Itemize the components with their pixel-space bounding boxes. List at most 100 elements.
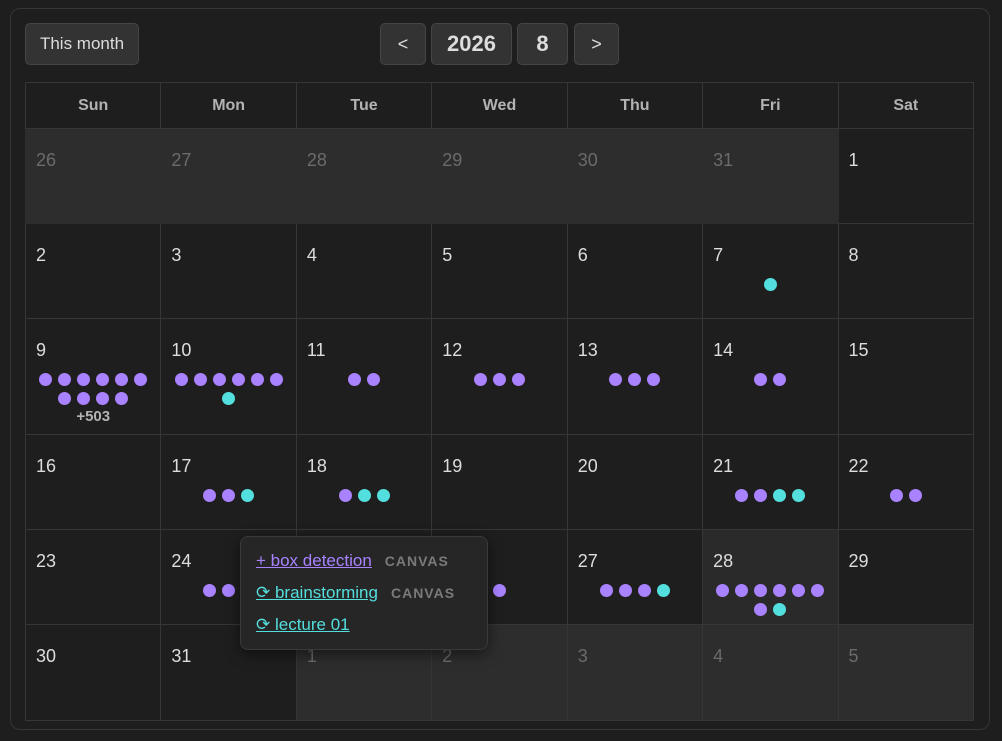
day-cell[interactable]: 15 xyxy=(837,318,975,435)
day-cell[interactable]: 29 xyxy=(431,128,568,224)
event-type-tag: CANVAS xyxy=(390,585,456,601)
day-cell[interactable]: 3 xyxy=(566,624,704,721)
event-link-lecture-01[interactable]: ⟳ lecture 01 xyxy=(256,615,350,635)
previous-month-button[interactable]: < xyxy=(380,23,426,65)
day-cell[interactable]: 14 xyxy=(702,318,839,435)
day-number: 16 xyxy=(36,456,57,476)
day-number: 10 xyxy=(171,340,192,360)
day-cell[interactable]: 26 xyxy=(24,128,162,224)
day-cell[interactable]: 9 +503 xyxy=(24,318,162,435)
event-dots xyxy=(167,489,289,502)
day-cell[interactable]: 20 xyxy=(566,434,704,530)
day-number: 13 xyxy=(577,340,598,360)
event-dots xyxy=(438,373,560,386)
day-cell[interactable]: 19 xyxy=(431,434,568,530)
day-cell[interactable]: 21 xyxy=(702,434,839,530)
more-events-count[interactable]: +503 xyxy=(26,408,160,425)
day-number: 27 xyxy=(577,551,598,571)
event-link-brainstorming[interactable]: ⟳ brainstorming xyxy=(256,583,378,603)
event-dot-purple xyxy=(212,373,226,386)
event-dot-purple xyxy=(222,584,236,597)
weekday-header: Wed xyxy=(431,82,568,129)
day-cell[interactable]: 23 xyxy=(24,529,162,625)
event-dot-teal xyxy=(376,489,390,502)
event-dot-purple xyxy=(96,373,110,386)
day-cell[interactable]: 30 xyxy=(24,624,162,721)
day-cell[interactable]: 22 xyxy=(837,434,975,530)
day-cell[interactable]: 13 xyxy=(566,318,704,435)
event-dots xyxy=(574,373,696,386)
day-number: 4 xyxy=(713,646,724,666)
year-selector[interactable]: 2026 xyxy=(431,23,512,65)
day-cell[interactable]: 10 xyxy=(160,318,297,435)
day-cell[interactable]: 28 xyxy=(295,128,433,224)
event-link-box-detection[interactable]: + box detection xyxy=(256,551,372,571)
event-dots xyxy=(303,373,425,386)
day-cell[interactable]: 4 xyxy=(295,223,433,319)
weekday-header: Sun xyxy=(24,82,162,129)
event-dot-purple xyxy=(174,373,188,386)
weekday-header-row: Sun Mon Tue Wed Thu Fri Sat xyxy=(24,82,975,129)
event-type-tag: CANVAS xyxy=(384,553,449,569)
day-cell[interactable]: 5 xyxy=(837,624,975,721)
day-cell[interactable]: 5 xyxy=(431,223,568,319)
day-number: 15 xyxy=(848,340,869,360)
day-number: 29 xyxy=(848,551,869,571)
week-row: 2 3 4 5 6 7 8 xyxy=(24,223,975,319)
event-dot-teal xyxy=(763,278,777,291)
day-cell[interactable]: 27 xyxy=(566,529,704,625)
event-dot-purple xyxy=(889,489,903,502)
day-number: 30 xyxy=(36,646,57,666)
day-number: 22 xyxy=(848,456,869,476)
day-cell[interactable]: 3 xyxy=(160,223,297,319)
event-dot-purple xyxy=(735,489,749,502)
day-number: 26 xyxy=(36,150,57,170)
event-dot-purple xyxy=(492,373,506,386)
event-dot-purple xyxy=(193,373,207,386)
popup-event-item: ⟳ brainstorming CANVAS xyxy=(256,583,455,603)
event-dot-purple xyxy=(716,584,730,597)
this-month-button[interactable]: This month xyxy=(25,23,139,65)
day-cell[interactable]: 11 xyxy=(295,318,433,435)
day-number: 9 xyxy=(36,340,47,360)
day-number: 30 xyxy=(577,150,598,170)
day-cell[interactable]: 30 xyxy=(566,128,704,224)
day-cell[interactable]: 1 xyxy=(837,128,975,224)
event-dot-purple xyxy=(473,373,487,386)
event-dot-purple xyxy=(115,373,129,386)
event-dot-purple xyxy=(77,373,91,386)
event-dot-purple xyxy=(134,373,148,386)
day-cell[interactable]: 4 xyxy=(702,624,839,721)
day-number: 29 xyxy=(442,150,463,170)
day-cell[interactable]: 18 xyxy=(295,434,433,530)
event-dots xyxy=(709,278,831,291)
day-cell[interactable]: 8 xyxy=(837,223,975,319)
day-number: 20 xyxy=(577,456,598,476)
day-cell[interactable]: 31 xyxy=(702,128,839,224)
event-dot-purple xyxy=(367,373,381,386)
week-row: 16 17 18 19 20 21 22 xyxy=(24,434,975,530)
day-cell[interactable]: 17 xyxy=(160,434,297,530)
event-dot-purple xyxy=(250,373,264,386)
day-cell[interactable]: 27 xyxy=(160,128,297,224)
event-dot-teal xyxy=(241,489,255,502)
day-cell[interactable]: 12 xyxy=(431,318,568,435)
week-row: 23242526272829 xyxy=(24,529,975,625)
day-cell[interactable]: 6 xyxy=(566,223,704,319)
day-number: 8 xyxy=(848,245,859,265)
day-number: 17 xyxy=(171,456,192,476)
event-dot-purple xyxy=(348,373,362,386)
weekday-header: Tue xyxy=(295,82,433,129)
event-dot-purple xyxy=(77,392,91,405)
event-dot-purple xyxy=(618,584,632,597)
day-cell[interactable]: 7 xyxy=(702,223,839,319)
month-selector[interactable]: 8 xyxy=(517,23,568,65)
day-cell[interactable]: 28 xyxy=(702,529,839,625)
day-cell[interactable]: 29 xyxy=(837,529,975,625)
day-cell[interactable]: 16 xyxy=(24,434,162,530)
weekday-header: Mon xyxy=(160,82,297,129)
event-dot-purple xyxy=(754,584,768,597)
next-month-button[interactable]: > xyxy=(574,23,619,65)
event-dot-purple xyxy=(792,584,806,597)
day-cell[interactable]: 2 xyxy=(24,223,162,319)
